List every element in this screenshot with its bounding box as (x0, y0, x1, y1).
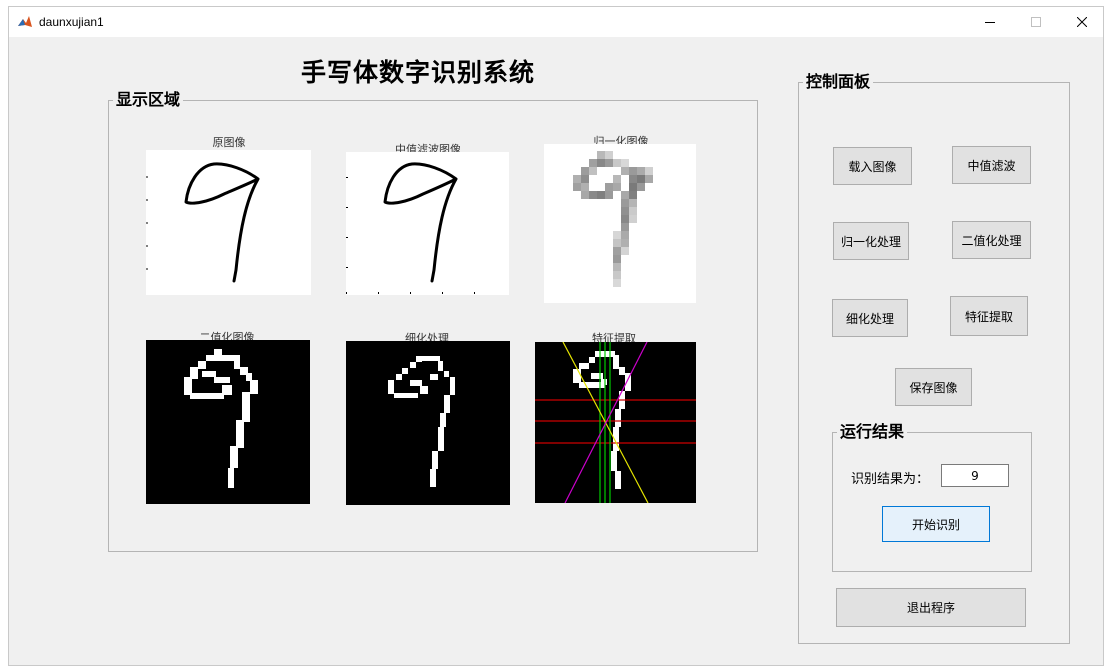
matlab-icon (18, 16, 32, 27)
result-field[interactable]: 9 (941, 464, 1009, 487)
maximize-button[interactable] (1013, 7, 1059, 37)
thinned-image (346, 341, 510, 505)
feature-extract-button[interactable]: 特征提取 (950, 296, 1028, 336)
original-image (146, 150, 311, 295)
page-title: 手写体数字识别系统 (301, 58, 536, 87)
result-panel-legend: 运行结果 (837, 423, 908, 441)
original-image-title: 原图像 (212, 136, 246, 149)
save-image-button[interactable]: 保存图像 (895, 368, 972, 406)
figure-content: 手写体数字识别系统 显示区域 原图像 中值滤波图像 归一化图像 二值化图像 细化… (9, 37, 1103, 665)
binary-image (146, 340, 310, 504)
load-image-button[interactable]: 载入图像 (833, 147, 912, 185)
result-panel: 运行结果 (832, 423, 1032, 572)
title-bar: daunxujian1 (9, 7, 1103, 37)
median-image (346, 152, 509, 295)
minimize-button[interactable] (967, 7, 1013, 37)
normalize-button[interactable]: 归一化处理 (833, 222, 909, 260)
feature-image (535, 342, 696, 503)
window-title: daunxujian1 (39, 15, 104, 29)
result-label: 识别结果为： (851, 472, 930, 487)
minimize-icon (985, 22, 995, 23)
close-button[interactable] (1059, 7, 1105, 37)
app-window: daunxujian1 手写体数字识别系统 显示区域 原图像 中值滤波图像 归一… (8, 6, 1104, 666)
close-icon (1077, 17, 1087, 27)
display-area-legend: 显示区域 (113, 91, 184, 109)
binarize-button[interactable]: 二值化处理 (952, 221, 1031, 259)
thin-button[interactable]: 细化处理 (832, 299, 908, 337)
normalized-image (544, 144, 696, 303)
control-panel-legend: 控制面板 (803, 73, 874, 91)
maximize-icon (1031, 17, 1041, 27)
median-filter-button[interactable]: 中值滤波 (952, 146, 1031, 184)
start-recognition-button[interactable]: 开始识别 (882, 506, 990, 542)
exit-button[interactable]: 退出程序 (836, 588, 1026, 627)
